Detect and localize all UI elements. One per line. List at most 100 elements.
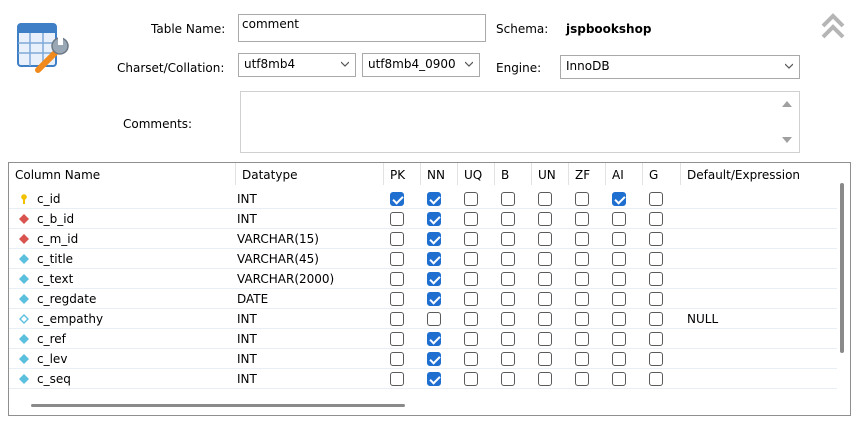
pk-checkbox[interactable] bbox=[390, 312, 404, 326]
b-checkbox[interactable] bbox=[501, 192, 515, 206]
uq-checkbox[interactable] bbox=[464, 272, 478, 286]
uq-checkbox[interactable] bbox=[464, 252, 478, 266]
table-row[interactable]: c_lev INT bbox=[9, 349, 837, 369]
header-column-name[interactable]: Column Name bbox=[9, 163, 235, 185]
column-name-cell[interactable]: c_title bbox=[15, 249, 73, 269]
zf-checkbox[interactable] bbox=[575, 332, 589, 346]
uq-checkbox[interactable] bbox=[464, 352, 478, 366]
column-name-cell[interactable]: c_b_id bbox=[15, 209, 74, 229]
pk-checkbox[interactable] bbox=[390, 372, 404, 386]
un-checkbox[interactable] bbox=[538, 232, 552, 246]
b-checkbox[interactable] bbox=[501, 232, 515, 246]
g-checkbox[interactable] bbox=[649, 272, 663, 286]
g-checkbox[interactable] bbox=[649, 212, 663, 226]
nn-checkbox[interactable] bbox=[427, 232, 441, 246]
un-checkbox[interactable] bbox=[538, 252, 552, 266]
b-checkbox[interactable] bbox=[501, 252, 515, 266]
b-checkbox[interactable] bbox=[501, 272, 515, 286]
datatype-cell[interactable]: VARCHAR(15) bbox=[237, 229, 319, 249]
vertical-scrollbar[interactable] bbox=[840, 183, 844, 353]
zf-checkbox[interactable] bbox=[575, 192, 589, 206]
pk-checkbox[interactable] bbox=[390, 332, 404, 346]
zf-checkbox[interactable] bbox=[575, 252, 589, 266]
header-datatype[interactable]: Datatype bbox=[235, 163, 383, 185]
header-b[interactable]: B bbox=[494, 163, 531, 185]
ai-checkbox[interactable] bbox=[612, 252, 626, 266]
scroll-up-icon[interactable] bbox=[781, 98, 793, 108]
g-checkbox[interactable] bbox=[649, 372, 663, 386]
datatype-cell[interactable]: INT bbox=[237, 329, 257, 349]
header-uq[interactable]: UQ bbox=[457, 163, 494, 185]
column-name-cell[interactable]: c_seq bbox=[15, 369, 71, 389]
nn-checkbox[interactable] bbox=[427, 332, 441, 346]
un-checkbox[interactable] bbox=[538, 332, 552, 346]
header-zf[interactable]: ZF bbox=[568, 163, 605, 185]
g-checkbox[interactable] bbox=[649, 232, 663, 246]
ai-checkbox[interactable] bbox=[612, 312, 626, 326]
nn-checkbox[interactable] bbox=[427, 352, 441, 366]
b-checkbox[interactable] bbox=[501, 212, 515, 226]
un-checkbox[interactable] bbox=[538, 212, 552, 226]
pk-checkbox[interactable] bbox=[390, 192, 404, 206]
table-row[interactable]: c_regdate DATE bbox=[9, 289, 837, 309]
table-row[interactable]: c_ref INT bbox=[9, 329, 837, 349]
collation-select[interactable]: utf8mb4_0900 bbox=[362, 53, 480, 77]
un-checkbox[interactable] bbox=[538, 352, 552, 366]
un-checkbox[interactable] bbox=[538, 192, 552, 206]
ai-checkbox[interactable] bbox=[612, 192, 626, 206]
column-name-cell[interactable]: c_text bbox=[15, 269, 73, 289]
datatype-cell[interactable]: INT bbox=[237, 209, 257, 229]
uq-checkbox[interactable] bbox=[464, 332, 478, 346]
ai-checkbox[interactable] bbox=[612, 292, 626, 306]
table-row[interactable]: c_b_id INT bbox=[9, 209, 837, 229]
datatype-cell[interactable]: VARCHAR(45) bbox=[237, 249, 319, 269]
column-name-cell[interactable]: c_regdate bbox=[15, 289, 96, 309]
g-checkbox[interactable] bbox=[649, 292, 663, 306]
nn-checkbox[interactable] bbox=[427, 192, 441, 206]
nn-checkbox[interactable] bbox=[427, 312, 441, 326]
datatype-cell[interactable]: VARCHAR(2000) bbox=[237, 269, 334, 289]
pk-checkbox[interactable] bbox=[390, 212, 404, 226]
zf-checkbox[interactable] bbox=[575, 272, 589, 286]
zf-checkbox[interactable] bbox=[575, 292, 589, 306]
un-checkbox[interactable] bbox=[538, 292, 552, 306]
uq-checkbox[interactable] bbox=[464, 192, 478, 206]
uq-checkbox[interactable] bbox=[464, 292, 478, 306]
g-checkbox[interactable] bbox=[649, 192, 663, 206]
pk-checkbox[interactable] bbox=[390, 292, 404, 306]
table-row[interactable]: c_empathy INT NULL bbox=[9, 309, 837, 329]
columns-grid[interactable]: Column Name Datatype PK NN UQ B UN ZF AI… bbox=[8, 162, 851, 416]
g-checkbox[interactable] bbox=[649, 252, 663, 266]
uq-checkbox[interactable] bbox=[464, 372, 478, 386]
g-checkbox[interactable] bbox=[649, 352, 663, 366]
un-checkbox[interactable] bbox=[538, 372, 552, 386]
b-checkbox[interactable] bbox=[501, 352, 515, 366]
table-row[interactable]: c_title VARCHAR(45) bbox=[9, 249, 837, 269]
table-row[interactable]: c_id INT bbox=[9, 189, 837, 209]
zf-checkbox[interactable] bbox=[575, 212, 589, 226]
double-chevron-up-icon[interactable] bbox=[820, 12, 846, 40]
column-name-cell[interactable]: c_id bbox=[15, 189, 61, 209]
comments-field[interactable] bbox=[240, 91, 800, 153]
engine-select[interactable]: InnoDB bbox=[560, 55, 800, 79]
nn-checkbox[interactable] bbox=[427, 292, 441, 306]
horizontal-scrollbar[interactable] bbox=[31, 404, 405, 407]
b-checkbox[interactable] bbox=[501, 312, 515, 326]
header-default[interactable]: Default/Expression bbox=[680, 163, 840, 185]
ai-checkbox[interactable] bbox=[612, 372, 626, 386]
scroll-down-icon[interactable] bbox=[781, 134, 793, 144]
nn-checkbox[interactable] bbox=[427, 372, 441, 386]
charset-select[interactable]: utf8mb4 bbox=[238, 53, 356, 77]
zf-checkbox[interactable] bbox=[575, 312, 589, 326]
column-name-cell[interactable]: c_ref bbox=[15, 329, 66, 349]
default-expression-cell[interactable]: NULL bbox=[687, 309, 718, 329]
g-checkbox[interactable] bbox=[649, 312, 663, 326]
datatype-cell[interactable]: INT bbox=[237, 189, 257, 209]
header-pk[interactable]: PK bbox=[383, 163, 420, 185]
zf-checkbox[interactable] bbox=[575, 352, 589, 366]
nn-checkbox[interactable] bbox=[427, 272, 441, 286]
pk-checkbox[interactable] bbox=[390, 252, 404, 266]
datatype-cell[interactable]: INT bbox=[237, 309, 257, 329]
table-row[interactable]: c_m_id VARCHAR(15) bbox=[9, 229, 837, 249]
uq-checkbox[interactable] bbox=[464, 232, 478, 246]
